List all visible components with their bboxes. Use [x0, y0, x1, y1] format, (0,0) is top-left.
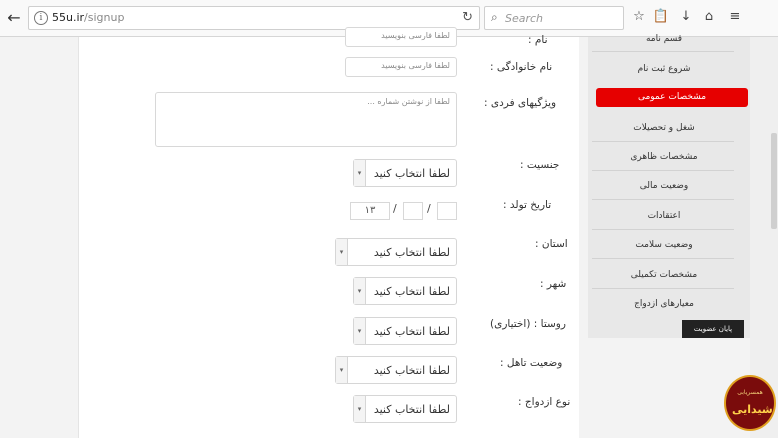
city-value: لطفا انتخاب کنید: [373, 285, 450, 298]
marital-label: وضعیت تاهل :: [500, 357, 563, 369]
sidebar-item-health[interactable]: وضعیت سلامت: [588, 233, 740, 257]
name-label: نام :: [528, 34, 548, 46]
village-select[interactable]: ▾ لطفا انتخاب کنید: [353, 317, 457, 345]
search-placeholder: Search: [505, 12, 544, 25]
logo-subtitle: همسریابی: [737, 389, 763, 396]
date-separator: /: [393, 202, 397, 215]
sidebar-item-oath[interactable]: قسم نامه: [588, 27, 740, 51]
village-label: روستا : (اختیاری): [490, 318, 566, 330]
scrollbar-thumb[interactable]: [771, 133, 777, 229]
family-field[interactable]: لطفا فارسی بنویسید: [345, 57, 457, 77]
url-path: /signup: [84, 11, 125, 24]
magnifier-icon: ⌕: [491, 10, 498, 24]
clipboard-icon[interactable]: 📋: [652, 9, 670, 24]
sidebar-item-financial[interactable]: وضعیت مالی: [588, 174, 740, 198]
sidebar-item-appearance[interactable]: مشخصات ظاهری: [588, 145, 740, 169]
chevron-down-icon: ▾: [336, 239, 348, 265]
province-select[interactable]: ▾ لطفا انتخاب کنید: [335, 238, 457, 266]
sidebar-item-extra[interactable]: مشخصات تکمیلی: [588, 263, 740, 287]
marriage-type-select[interactable]: ▾ لطفا انتخاب کنید: [353, 395, 457, 423]
sidebar-item-beliefs[interactable]: اعتقادات: [588, 204, 740, 228]
divider: [592, 288, 734, 289]
marriage-type-label: نوع ازدواج :: [518, 396, 571, 408]
chevron-down-icon: ▾: [354, 318, 366, 344]
village-value: لطفا انتخاب کنید: [373, 325, 450, 338]
birth-label: تاریخ تولد :: [503, 199, 552, 211]
gender-label: جنسیت :: [520, 159, 560, 171]
birth-day-field[interactable]: [437, 202, 457, 220]
info-icon[interactable]: i: [34, 11, 48, 25]
url-domain: 55u.ir: [52, 11, 85, 24]
chevron-down-icon: ▾: [354, 396, 366, 422]
sidebar-item-start[interactable]: شروع ثبت نام: [588, 57, 740, 81]
gender-value: لطفا انتخاب کنید: [373, 167, 450, 180]
sidebar-item-general[interactable]: مشخصات عمومی: [596, 88, 748, 107]
province-value: لطفا انتخاب کنید: [373, 246, 450, 259]
star-icon[interactable]: ☆: [630, 9, 648, 24]
city-label: شهر :: [540, 278, 567, 290]
divider: [592, 199, 734, 200]
gender-select[interactable]: ▾ لطفا انتخاب کنید: [353, 159, 457, 187]
watermark-logo: همسریابی شیدایی: [724, 375, 776, 431]
divider: [592, 141, 734, 142]
divider: [592, 258, 734, 259]
city-select[interactable]: ▾ لطفا انتخاب کنید: [353, 277, 457, 305]
page-content: نام : لطفا فارسی بنویسید نام خانوادگی : …: [0, 27, 778, 438]
marital-value: لطفا انتخاب کنید: [373, 364, 450, 377]
chevron-down-icon: ▾: [354, 278, 366, 304]
traits-label: ویژگیهای فردی :: [484, 97, 557, 109]
signup-steps-sidebar: قسم نامه شروع ثبت نام مشخصات عمومی شغل و…: [588, 34, 750, 338]
divider: [592, 51, 734, 52]
back-arrow-icon[interactable]: ←: [4, 8, 24, 28]
chevron-down-icon: ▾: [336, 357, 348, 383]
divider: [592, 170, 734, 171]
marital-select[interactable]: ▾ لطفا انتخاب کنید: [335, 356, 457, 384]
reload-icon[interactable]: ↻: [462, 10, 473, 25]
birth-month-field[interactable]: [403, 202, 423, 220]
menu-icon[interactable]: ≡: [726, 9, 744, 24]
family-label: نام خانوادگی :: [490, 61, 553, 73]
download-icon[interactable]: ↓: [677, 9, 695, 24]
province-label: استان :: [535, 238, 568, 250]
url-text: 55u.ir/signup: [52, 11, 124, 24]
divider: [592, 229, 734, 230]
chevron-down-icon: ▾: [354, 160, 366, 186]
marriage-type-value: لطفا انتخاب کنید: [373, 403, 450, 416]
name-field[interactable]: لطفا فارسی بنویسید: [345, 27, 457, 47]
birth-year-field[interactable]: ۱۳: [350, 202, 390, 220]
home-icon[interactable]: ⌂: [700, 9, 718, 24]
sidebar-item-job[interactable]: شغل و تحصیلات: [588, 116, 740, 140]
logo-title: شیدایی: [732, 403, 773, 416]
finish-membership-button[interactable]: پایان عضویت: [682, 320, 744, 338]
date-separator: /: [427, 202, 431, 215]
sidebar-item-criteria[interactable]: معیارهای ازدواج: [588, 292, 740, 316]
traits-textarea[interactable]: لطفا از نوشتن شماره ...: [155, 92, 457, 147]
